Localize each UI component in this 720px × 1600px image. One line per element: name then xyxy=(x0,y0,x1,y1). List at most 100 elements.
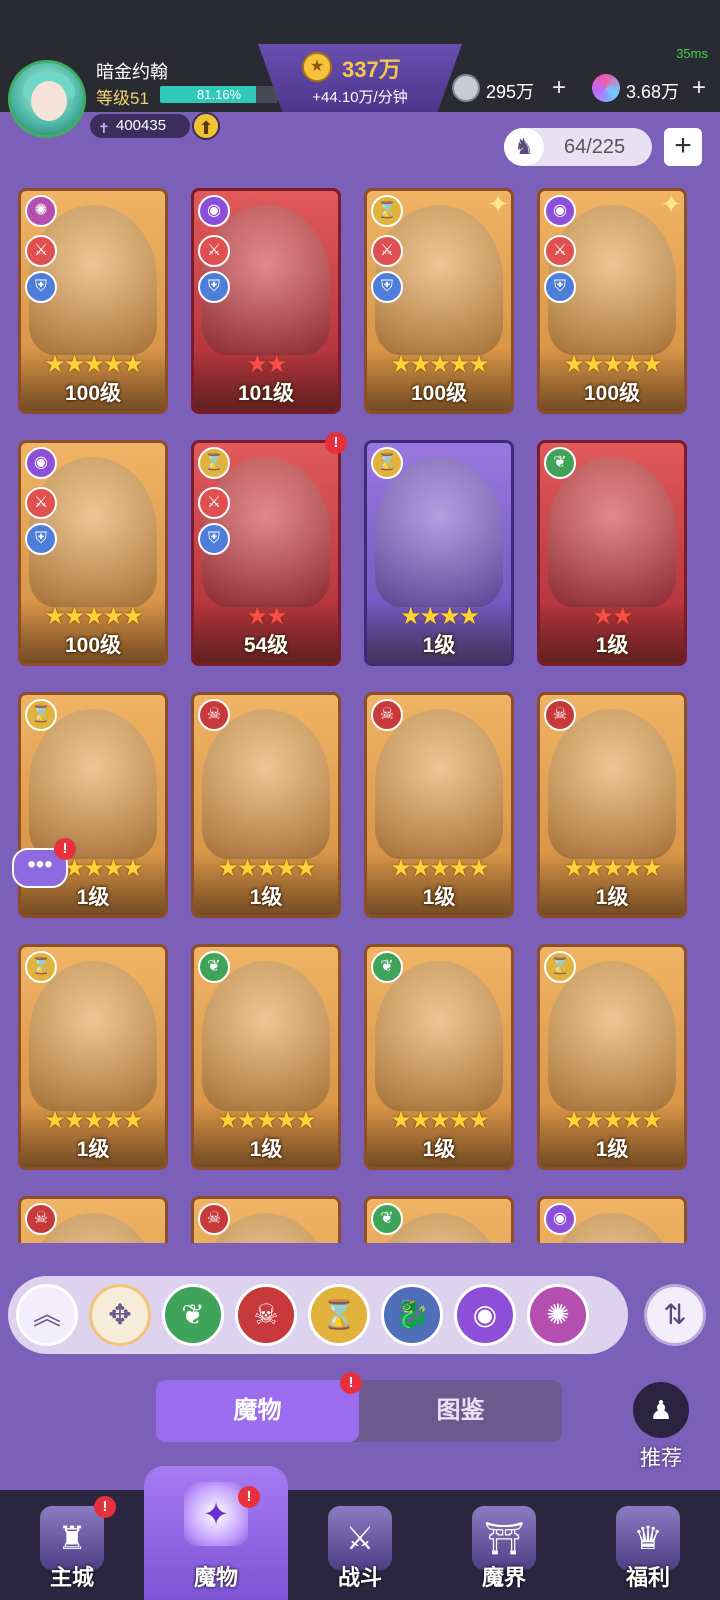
sparkle-icon: ✦ xyxy=(660,189,682,219)
faction-filter-bar: ︽ ✥ ❦ ☠ ⌛ 🐉 ◉ ✺ xyxy=(8,1276,628,1354)
star-rating: ★★★★★ xyxy=(563,351,663,378)
star-rating: ★★★★★ xyxy=(44,603,144,630)
monster-level: 101级 xyxy=(237,382,295,405)
monster-card[interactable]: ◉ ⚔ ⛨ ★★ 101级 xyxy=(191,188,341,414)
recommend-button[interactable]: ♟ 推荐 xyxy=(630,1382,692,1472)
monster-portrait xyxy=(375,457,503,607)
resource-gem: 3.68万 + xyxy=(592,74,716,104)
monster-card[interactable]: ❦ xyxy=(364,1196,514,1243)
tab-alert-icon: ! xyxy=(340,1372,362,1394)
sun-faction-icon: ✺ xyxy=(25,195,57,227)
defense-role-icon: ⛨ xyxy=(544,271,576,303)
eye-faction-icon: ◉ xyxy=(25,447,57,479)
tab-monsters[interactable]: 魔物 xyxy=(156,1380,359,1442)
monster-level: 100级 xyxy=(64,382,122,405)
upgrade-arrow-button[interactable]: ⬆ xyxy=(192,112,220,140)
monster-card[interactable]: ⌛ ⚔ ⛨ ✦ ★★★★★ 100级 xyxy=(364,188,514,414)
defense-role-icon: ⛨ xyxy=(25,523,57,555)
eye-faction-icon[interactable]: ◉ xyxy=(454,1284,516,1346)
monster-card[interactable]: ❦ ★★★★★ 1级 xyxy=(364,944,514,1170)
tab-codex[interactable]: 图鉴 xyxy=(359,1380,562,1442)
monster-card[interactable]: ◉ ⚔ ⛨ ✦ ★★★★★ 100级 xyxy=(537,188,687,414)
defense-role-icon: ⛨ xyxy=(371,271,403,303)
star-rating: ★★★★★ xyxy=(390,351,490,378)
player-level: 等级51 xyxy=(96,89,149,108)
attack-role-icon: ⚔ xyxy=(25,487,57,519)
star-rating: ★★★★ xyxy=(399,603,480,630)
add-silver-button[interactable]: + xyxy=(552,74,566,102)
dragon-faction-icon[interactable]: 🐉 xyxy=(381,1284,443,1346)
demon-faction-icon[interactable]: ☠ xyxy=(235,1284,297,1346)
chevrons-up-icon[interactable]: ︽ xyxy=(16,1284,78,1346)
star-rating: ★★★★★ xyxy=(563,1107,663,1134)
monster-card[interactable]: ⌛ ⚔ ⛨ ★★ 54级 xyxy=(191,440,341,666)
monster-silhouette-icon: ♞ xyxy=(504,128,544,166)
all-factions-icon[interactable]: ✥ xyxy=(89,1284,151,1346)
monster-card[interactable]: ☠ ★★★★★ 1级 xyxy=(537,692,687,918)
monster-card[interactable]: ◉ ⚔ ⛨ ★★★★★ 100级 xyxy=(18,440,168,666)
eye-faction-icon: ◉ xyxy=(544,1203,576,1235)
nav-monsters[interactable]: ✦ 魔物! xyxy=(144,1466,288,1600)
nav-battle[interactable]: ⚔ 战斗 xyxy=(288,1490,432,1600)
monster-level: 1级 xyxy=(422,634,456,657)
monster-card[interactable]: ❦ ★★ 1级 xyxy=(537,440,687,666)
monster-level: 100级 xyxy=(583,382,641,405)
star-rating: ★★★★★ xyxy=(390,855,490,882)
sort-button[interactable]: ⇅ xyxy=(644,1284,706,1346)
skull-faction-icon: ☠ xyxy=(198,699,230,731)
team-recommend-icon: ♟ xyxy=(633,1382,689,1438)
leaf-faction-icon: ❦ xyxy=(198,951,230,983)
leaf-faction-icon: ❦ xyxy=(371,951,403,983)
card-alert-icon: ! xyxy=(325,432,347,454)
leaf-faction-icon[interactable]: ❦ xyxy=(162,1284,224,1346)
monster-card[interactable]: ⌛ ★★★★★ 1级 xyxy=(537,944,687,1170)
chat-alert-icon: ! xyxy=(54,838,76,860)
roster-counter: ♞ 64/225 xyxy=(504,128,652,166)
expand-roster-button[interactable]: + xyxy=(664,128,702,166)
skull-faction-icon: ☠ xyxy=(198,1203,230,1235)
monster-level: 1级 xyxy=(595,634,629,657)
monster-level: 1级 xyxy=(249,1138,283,1161)
skull-faction-icon: ☠ xyxy=(25,1203,57,1235)
hour-faction-icon: ⌛ xyxy=(544,951,576,983)
monster-portrait xyxy=(202,709,330,859)
sun-faction-icon[interactable]: ✺ xyxy=(527,1284,589,1346)
monster-card[interactable]: ⌛ ★★★★ 1级 xyxy=(364,440,514,666)
monster-level: 54级 xyxy=(243,634,289,657)
gem-amount: 3.68万 xyxy=(626,82,680,102)
hourglass-faction-icon[interactable]: ⌛ xyxy=(308,1284,370,1346)
monster-level: 1级 xyxy=(76,1138,110,1161)
silver-gear-icon xyxy=(452,74,480,102)
leaf-faction-icon: ❦ xyxy=(544,447,576,479)
top-status-bar: 35ms 暗金约翰 等级51 81.16% ★ 337万 +44.10万/分钟 … xyxy=(0,0,720,112)
monster-portrait xyxy=(29,961,157,1111)
monster-card[interactable]: ☠ xyxy=(18,1196,168,1243)
star-rating: ★★★★★ xyxy=(563,855,663,882)
nav-main-city[interactable]: ♜ 主城! xyxy=(0,1490,144,1600)
hour-faction-icon: ⌛ xyxy=(198,447,230,479)
nav-welfare[interactable]: ♛ 福利 xyxy=(576,1490,720,1600)
gold-panel[interactable]: ★ 337万 +44.10万/分钟 xyxy=(258,44,462,112)
monster-portrait xyxy=(548,709,676,859)
hour-faction-icon: ⌛ xyxy=(371,195,403,227)
monster-card[interactable]: ✺ ⚔ ⛨ ★★★★★ 100级 xyxy=(18,188,168,414)
monster-card[interactable]: ☠ ★★★★★ 1级 xyxy=(364,692,514,918)
monster-level: 1级 xyxy=(595,886,629,909)
player-avatar[interactable] xyxy=(8,60,86,138)
monster-portrait xyxy=(548,961,676,1111)
monster-card[interactable]: ❦ ★★★★★ 1级 xyxy=(191,944,341,1170)
nav-label: 主城 xyxy=(49,1565,94,1590)
nav-label: 魔物 xyxy=(193,1565,238,1590)
defense-role-icon: ⛨ xyxy=(198,523,230,555)
roster-count: 64/225 xyxy=(564,136,626,158)
nav-demon-realm[interactable]: ⛩ 魔界 xyxy=(432,1490,576,1600)
skull-faction-icon: ☠ xyxy=(371,699,403,731)
monster-card[interactable]: ☠ ★★★★★ 1级 xyxy=(191,692,341,918)
monster-card[interactable]: ◉ xyxy=(537,1196,687,1243)
monster-card[interactable]: ⌛ ★★★★★ 1级 xyxy=(18,944,168,1170)
add-gem-button[interactable]: + xyxy=(692,74,706,102)
nav-alert-icon: ! xyxy=(94,1496,116,1518)
star-rating: ★★★★★ xyxy=(44,351,144,378)
star-rating: ★★★★★ xyxy=(390,1107,490,1134)
monster-card[interactable]: ☠ xyxy=(191,1196,341,1243)
